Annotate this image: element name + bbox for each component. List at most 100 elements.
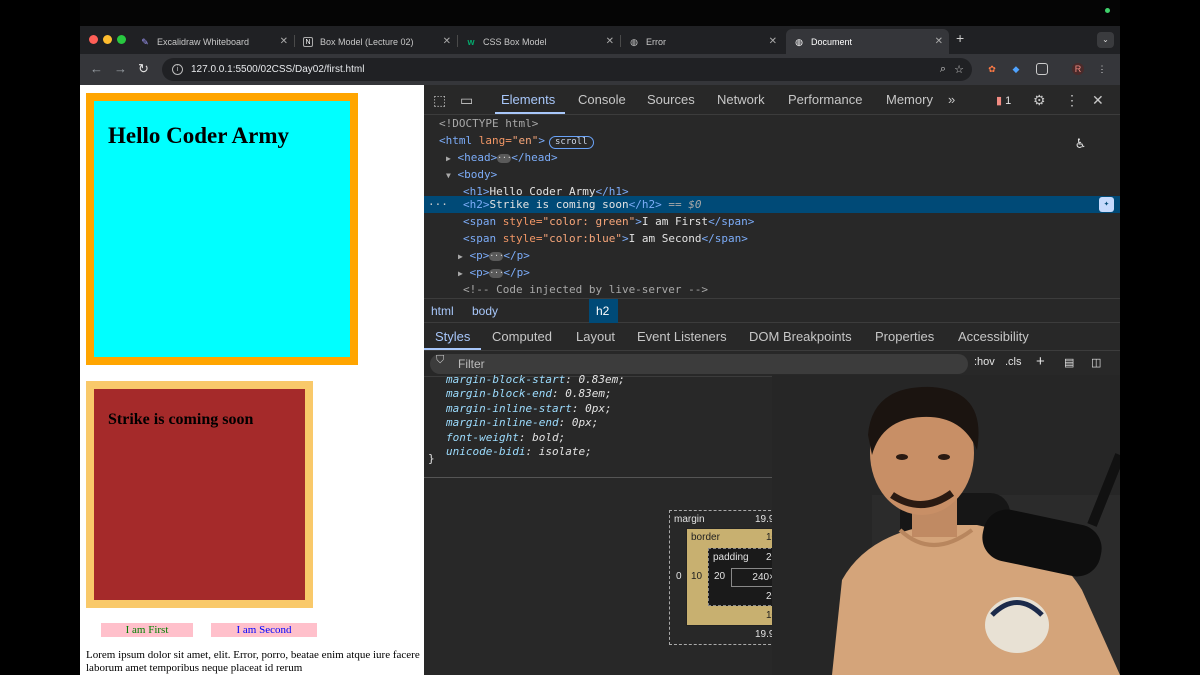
minimize-window-button[interactable] [103,35,112,44]
h2-box: Strike is coming soon [86,381,313,608]
settings-gear-icon[interactable]: ⚙ [1033,92,1046,109]
extensions-puzzle-icon[interactable] [1036,63,1048,75]
dom-span-first-node[interactable]: <span style="color: green">I am First</s… [463,213,754,230]
padding-left-value[interactable]: 20 [714,571,725,582]
class-toggle[interactable]: .cls [1005,356,1022,368]
close-devtools-icon[interactable]: ✕ [1092,92,1104,109]
close-tab-icon[interactable]: ✕ [443,36,451,47]
tab-title: Box Model (Lecture 02) [320,36,414,47]
styles-tab-bar: Styles Computed Layout Event Listeners D… [424,323,1120,351]
dom-html-node[interactable]: <html lang="en"> scroll [439,132,594,149]
rendering-emulation-icon[interactable]: ▤ [1064,356,1074,369]
css-property-line[interactable]: margin-block-end: 0.83em; [446,387,612,401]
close-tab-icon[interactable]: ✕ [769,36,777,47]
new-tab-button[interactable]: + [956,30,964,46]
tab-title: Error [646,36,666,47]
zoom-icon[interactable]: ⌕ [940,63,946,76]
subtab-computed[interactable]: Computed [492,329,552,344]
breadcrumb-html[interactable]: html [431,304,454,318]
border-left-value[interactable]: 10 [691,571,702,582]
close-window-button[interactable] [89,35,98,44]
bookmark-star-icon[interactable]: ☆ [954,63,964,76]
recording-indicator [1105,8,1110,13]
globe-icon: ◍ [795,36,803,47]
extension-icon[interactable]: ◆ [1010,63,1022,75]
subtab-dom-breakpoints[interactable]: DOM Breakpoints [749,329,852,344]
span-first: I am First [101,623,193,637]
browser-tab-document[interactable]: ◍ Document ✕ [786,29,949,54]
subtab-accessibility[interactable]: Accessibility [958,329,1029,344]
top-strip [80,0,1120,26]
css-property-line[interactable]: font-weight: bold; [446,431,565,445]
css-property-line[interactable]: margin-block-start: 0.83em; [446,373,625,387]
dom-doctype[interactable]: <!DOCTYPE html> [439,115,538,132]
site-info-icon[interactable]: i [172,64,183,75]
devtools-tab-network[interactable]: Network [717,92,765,107]
page-viewport: Hello Coder Army Strike is coming soon I… [80,85,424,675]
close-tab-icon[interactable]: ✕ [280,36,288,47]
collapse-arrow-icon: ▼ [446,171,451,180]
presenter-illustration [772,375,1120,675]
accessibility-tree-icon[interactable]: ♿ [1076,134,1085,152]
lorem-paragraph: Lorem ipsum dolor sit amet, elit. Error,… [86,649,420,674]
subtab-layout[interactable]: Layout [576,329,615,344]
excalidraw-icon: ✎ [141,36,149,47]
dom-comment-node[interactable]: <!-- Code injected by live-server --> [463,281,708,298]
dom-span-second-node[interactable]: <span style="color:blue">I am Second</sp… [463,230,748,247]
extension-icon[interactable]: ✿ [986,63,998,75]
breadcrumb-h2[interactable]: h2 [596,304,609,318]
breadcrumb-body[interactable]: body [472,304,498,318]
device-toolbar-icon[interactable]: ▭ [460,92,473,109]
browser-tab-excalidraw[interactable]: ✎ Excalidraw Whiteboard ✕ [132,29,294,54]
dom-body-node[interactable]: ▼ <body> [446,166,497,183]
new-rule-icon[interactable]: + [1036,353,1045,370]
expand-arrow-icon: ▶ [446,154,451,163]
dom-h2-node[interactable]: <h2>Strike is coming soon</h2> == $0 [463,196,701,213]
address-bar[interactable]: i 127.0.0.1:5500/02CSS/Day02/first.html … [162,58,972,81]
close-tab-icon[interactable]: ✕ [606,36,614,47]
dom-p-node[interactable]: ▶ <p>···</p> [458,264,530,281]
styles-filter-input[interactable]: Filter [430,354,968,374]
margin-left-value[interactable]: 0 [676,571,682,582]
devtools-tab-sources[interactable]: Sources [647,92,695,107]
subtab-styles[interactable]: Styles [435,329,470,344]
reload-icon[interactable]: ↻ [138,61,149,77]
browser-tab-css-box-model[interactable]: w CSS Box Model ✕ [458,29,620,54]
tab-search-button[interactable]: ⌄ [1097,32,1114,48]
back-arrow-icon[interactable]: ← [90,61,103,76]
maximize-window-button[interactable] [117,35,126,44]
ai-assist-icon[interactable]: ✦ [1099,197,1114,212]
css-property-line[interactable]: margin-inline-start: 0px; [446,402,612,416]
browser-tab-error[interactable]: ◍ Error ✕ [621,29,783,54]
tab-bar: ✎ Excalidraw Whiteboard ✕ N Box Model (L… [80,26,1120,54]
subtab-event-listeners[interactable]: Event Listeners [637,329,727,344]
dom-p-node[interactable]: ▶ <p>···</p> [458,247,530,264]
devtools-tab-console[interactable]: Console [578,92,626,107]
browser-menu-icon[interactable]: ⋮ [1096,63,1108,75]
node-actions-icon[interactable]: ··· [428,196,448,213]
inspect-element-icon[interactable]: ⬚ [433,92,446,109]
devtools-tab-performance[interactable]: Performance [788,92,862,107]
browser-tab-box-model-lecture[interactable]: N Box Model (Lecture 02) ✕ [295,29,457,54]
forward-arrow-icon[interactable]: → [114,61,127,76]
hover-state-toggle[interactable]: :hov [974,356,995,368]
computed-sidebar-icon[interactable]: ◫ [1091,356,1101,369]
border-label: border [691,532,720,543]
scroll-badge[interactable]: scroll [549,136,594,149]
more-tabs-icon[interactable]: » [948,92,955,107]
devtools-menu-icon[interactable]: ⋮ [1065,92,1079,109]
css-property-line[interactable]: margin-inline-end: 0px; [446,416,598,430]
h1-box: Hello Coder Army [86,93,358,365]
profile-avatar[interactable]: R [1072,63,1084,75]
devtools-tab-memory[interactable]: Memory [886,92,933,107]
css-property-line[interactable]: unicode-bidi: isolate; [446,445,592,459]
subtab-properties[interactable]: Properties [875,329,934,344]
devtools-tab-elements[interactable]: Elements [501,92,555,107]
dom-head-node[interactable]: ▶ <head>···</head> [446,149,558,166]
expand-arrow-icon: ▶ [458,269,463,278]
page-heading: Hello Coder Army [108,123,289,148]
error-count-badge[interactable]: ▮ 1 [996,94,1011,107]
breadcrumb: html body h2 [424,298,1120,323]
close-tab-icon[interactable]: ✕ [935,36,943,47]
margin-label: margin [674,514,705,525]
